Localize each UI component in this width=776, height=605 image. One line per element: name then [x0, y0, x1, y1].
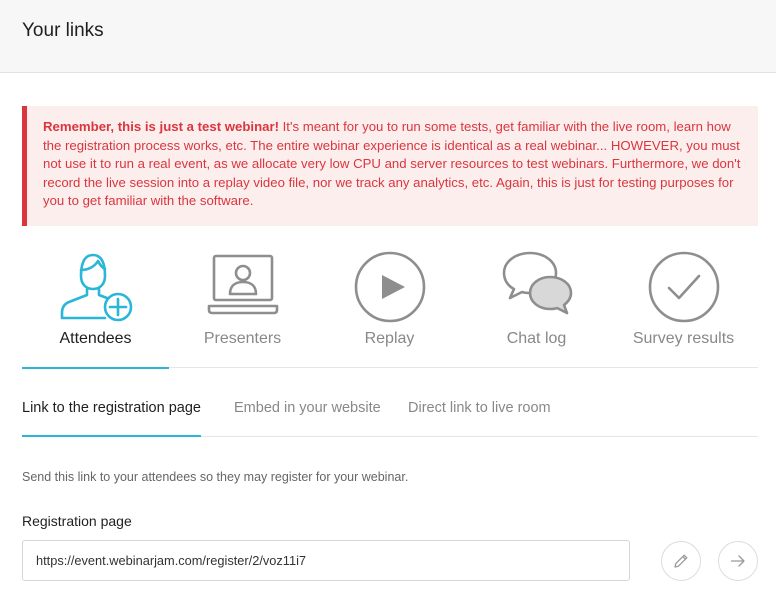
tab-replay[interactable]: Replay	[316, 244, 463, 368]
tab-presenters-label: Presenters	[203, 330, 282, 347]
tab-survey-results-label: Survey results	[632, 330, 735, 347]
chat-bubbles-icon	[500, 250, 574, 324]
open-url-button[interactable]	[718, 541, 758, 581]
tab-presenters[interactable]: Presenters	[169, 244, 316, 368]
registration-hint: Send this link to your attendees so they…	[22, 470, 409, 484]
page-header: Your links	[0, 0, 776, 73]
tab-survey-results[interactable]: Survey results	[610, 244, 757, 368]
pencil-icon	[674, 554, 688, 568]
tab-embed-website[interactable]: Embed in your website	[234, 400, 381, 416]
link-type-tabs: Link to the registration page Embed in y…	[22, 396, 758, 437]
page-title: Your links	[22, 20, 104, 41]
checkmark-circle-icon	[647, 250, 721, 324]
tab-replay-label: Replay	[364, 330, 415, 347]
test-webinar-alert: Remember, this is just a test webinar! I…	[22, 106, 758, 226]
tab-chat-log[interactable]: Chat log	[463, 244, 610, 368]
arrow-right-icon	[730, 555, 745, 567]
presenter-laptop-icon	[206, 250, 280, 324]
tab-attendees[interactable]: Attendees	[22, 244, 169, 369]
registration-page-label: Registration page	[22, 513, 132, 529]
tab-attendees-label: Attendees	[59, 330, 132, 347]
tab-registration-link[interactable]: Link to the registration page	[22, 400, 201, 437]
tab-direct-live-link[interactable]: Direct link to live room	[408, 400, 551, 416]
play-circle-icon	[353, 250, 427, 324]
attendee-add-icon	[59, 250, 133, 324]
registration-url-input[interactable]	[22, 540, 630, 581]
main-tabs: Attendees Presenters Replay Chat log Sur…	[22, 244, 758, 369]
edit-url-button[interactable]	[661, 541, 701, 581]
alert-bold-text: Remember, this is just a test webinar!	[43, 119, 279, 134]
tab-chat-log-label: Chat log	[506, 330, 567, 347]
